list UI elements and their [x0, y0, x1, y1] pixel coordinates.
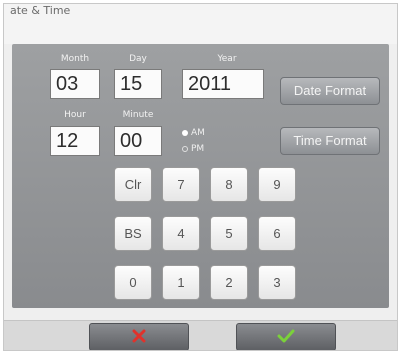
settings-panel: Month Day Year 03 15 2011 Date Format Ho…	[12, 44, 389, 308]
key-4[interactable]: 4	[162, 216, 200, 251]
key-8[interactable]: 8	[210, 167, 248, 202]
date-format-button[interactable]: Date Format	[280, 77, 380, 105]
action-bar	[4, 320, 397, 350]
cancel-button[interactable]	[89, 323, 189, 350]
key-7[interactable]: 7	[162, 167, 200, 202]
check-icon	[277, 328, 295, 347]
day-label: Day	[129, 54, 147, 64]
year-label: Year	[217, 54, 237, 64]
key-2[interactable]: 2	[210, 265, 248, 300]
day-field[interactable]: 15	[114, 69, 162, 99]
radio-selected-icon	[182, 129, 188, 136]
title-bar: ate & Time	[4, 4, 397, 44]
am-radio[interactable]: AM	[182, 128, 205, 138]
key-1[interactable]: 1	[162, 265, 200, 300]
date-time-window: ate & Time Month Day Year 03 15 2011 Dat…	[3, 3, 398, 351]
radio-unselected-icon	[182, 145, 188, 152]
pm-label: PM	[191, 144, 205, 154]
am-label: AM	[191, 128, 205, 138]
key-clr[interactable]: Clr	[114, 167, 152, 202]
month-field[interactable]: 03	[50, 69, 100, 99]
accept-button[interactable]	[236, 323, 336, 350]
hour-label: Hour	[64, 110, 86, 120]
pm-radio[interactable]: PM	[182, 144, 204, 154]
key-bs[interactable]: BS	[114, 216, 152, 251]
key-0[interactable]: 0	[114, 265, 152, 300]
screen-title: ate & Time	[10, 4, 71, 17]
year-field[interactable]: 2011	[182, 69, 264, 99]
key-3[interactable]: 3	[258, 265, 296, 300]
hour-field[interactable]: 12	[50, 126, 100, 156]
month-label: Month	[60, 54, 90, 64]
key-9[interactable]: 9	[258, 167, 296, 202]
x-icon	[132, 328, 146, 347]
time-format-button[interactable]: Time Format	[280, 127, 380, 155]
key-5[interactable]: 5	[210, 216, 248, 251]
minute-label: Minute	[122, 110, 154, 120]
key-6[interactable]: 6	[258, 216, 296, 251]
minute-field[interactable]: 00	[114, 126, 162, 156]
